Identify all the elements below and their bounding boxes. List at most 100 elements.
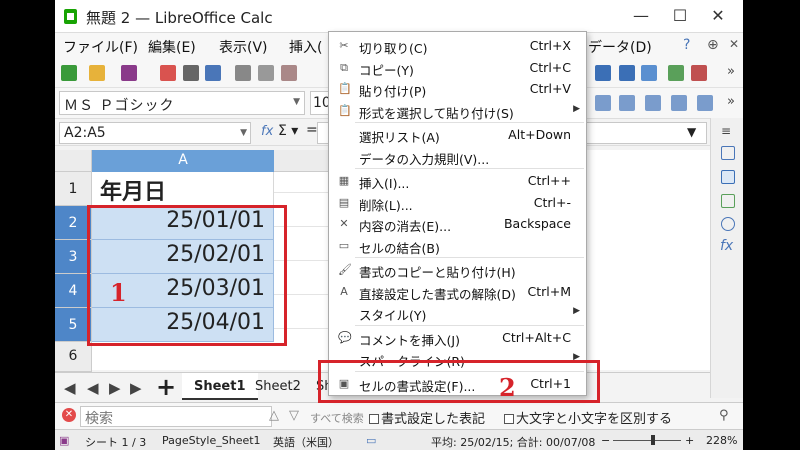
close-button[interactable]: ✕ <box>703 6 733 28</box>
function-wizard-icon[interactable]: fx <box>261 124 273 139</box>
find-next-icon[interactable]: ▽ <box>289 408 299 423</box>
tab-sheet2[interactable]: Sheet2 <box>243 373 313 400</box>
font-name-box[interactable]: ＭＳ Ｐゴシック ▼ <box>59 91 305 115</box>
styles-icon[interactable] <box>721 170 735 184</box>
zoom-out-button[interactable]: − <box>601 434 610 447</box>
find-previous-icon[interactable]: △ <box>269 408 279 423</box>
expand-formula-icon[interactable]: ▼ <box>687 125 696 139</box>
name-box[interactable]: A2:A5 ▼ <box>59 122 251 144</box>
find-replace-icon[interactable]: ⚲ <box>719 408 729 423</box>
globe-icon[interactable]: ⊕ <box>707 37 719 53</box>
menu-item-clear-direct-formatting[interactable]: A 直接設定した書式の解除(D) Ctrl+M <box>329 281 586 303</box>
menu-item-delete[interactable]: ▤ 削除(L)... Ctrl+- <box>329 192 586 214</box>
sum-icon[interactable]: Σ ▾ <box>278 123 298 139</box>
menu-item-validity[interactable]: データの入力規則(V)... <box>329 146 586 168</box>
copy-icon[interactable] <box>258 65 274 81</box>
gallery-icon[interactable] <box>721 194 735 208</box>
autofilter-icon[interactable] <box>641 65 657 81</box>
navigator-icon[interactable] <box>721 217 735 231</box>
menu-data[interactable]: データ(D) <box>588 37 652 57</box>
match-case-checkbox[interactable]: 大文字と小文字を区別する <box>504 408 672 427</box>
column-header-a[interactable]: A <box>92 150 274 172</box>
print-icon[interactable] <box>183 65 199 81</box>
minimize-button[interactable]: — <box>626 6 656 28</box>
zoom-slider[interactable] <box>613 440 681 441</box>
language[interactable]: 英語（米国） <box>273 434 339 450</box>
menu-item-label: 形式を選択して貼り付け(S) <box>359 105 514 121</box>
insert-image-icon[interactable] <box>668 65 684 81</box>
menu-item-label: 貼り付け(P) <box>359 84 427 99</box>
paste-icon: 📋 <box>338 82 352 95</box>
print-preview-icon[interactable] <box>205 65 221 81</box>
next-sheet-icon[interactable]: ▶ <box>109 379 121 397</box>
align-center-icon[interactable] <box>619 95 635 111</box>
menu-item-label: 切り取り(C) <box>359 41 428 56</box>
menu-item-paste-special[interactable]: 📋 形式を選択して貼り付け(S) ▶ <box>329 100 586 122</box>
formatted-display-checkbox[interactable]: 書式設定した表記 <box>369 408 485 427</box>
menu-item-shortcut: Ctrl+Alt+C <box>502 329 571 345</box>
page-style[interactable]: PageStyle_Sheet1 <box>162 434 261 447</box>
menu-item-clone-formatting[interactable]: 🖌 書式のコピーと貼り付け(H) <box>329 259 586 281</box>
menu-item-selection-list[interactable]: 選択リスト(A) Alt+Down <box>329 124 586 146</box>
sidebar-menu-icon[interactable]: ≡ <box>721 124 731 138</box>
toolbar-overflow-icon[interactable]: » <box>727 94 735 109</box>
menu-item-copy[interactable]: ⧉ コピー(Y) Ctrl+C <box>329 57 586 79</box>
merge-center-icon[interactable] <box>697 95 713 111</box>
zoom-in-button[interactable]: + <box>685 434 694 447</box>
menu-file[interactable]: ファイル(F) <box>63 37 138 57</box>
paste-icon[interactable] <box>281 65 297 81</box>
prev-sheet-icon[interactable]: ◀ <box>87 379 99 397</box>
formula-icon[interactable]: = <box>306 122 318 138</box>
insert-chart-icon[interactable] <box>691 65 707 81</box>
menu-item-styles[interactable]: スタイル(Y) ▶ <box>329 302 586 324</box>
row-header[interactable]: 1 <box>55 172 92 206</box>
checkbox-icon[interactable] <box>504 414 514 424</box>
selection-list-icon <box>338 129 350 141</box>
help-icon[interactable]: ? <box>683 37 690 53</box>
sort-ascending-icon[interactable] <box>595 65 611 81</box>
menu-item-insert[interactable]: ▦ 挿入(I)... Ctrl++ <box>329 170 586 192</box>
cell-a1[interactable]: 年月日 <box>92 172 274 206</box>
new-icon[interactable] <box>61 65 77 81</box>
menu-item-insert-comment[interactable]: 💬 コメントを挿入(J) Ctrl+Alt+C <box>329 327 586 349</box>
cut-icon[interactable] <box>235 65 251 81</box>
checkbox-icon[interactable] <box>369 414 379 424</box>
menu-item-cut[interactable]: ✂ 切り取り(C) Ctrl+X <box>329 35 586 57</box>
wrap-text-icon[interactable] <box>671 95 687 111</box>
close-find-icon[interactable]: ✕ <box>62 408 76 422</box>
column-header-b[interactable] <box>274 150 334 172</box>
toolbar-overflow-icon[interactable]: » <box>727 64 735 79</box>
select-all-corner[interactable] <box>55 150 92 172</box>
zoom-level[interactable]: 228% <box>706 434 737 447</box>
close-document-icon[interactable]: ✕ <box>729 37 739 51</box>
sort-descending-icon[interactable] <box>619 65 635 81</box>
export-pdf-icon[interactable] <box>160 65 176 81</box>
last-sheet-icon[interactable]: ▶ <box>130 379 142 397</box>
properties-icon[interactable] <box>721 146 735 160</box>
add-sheet-button[interactable]: + <box>156 373 176 401</box>
paste-special-icon: 📋 <box>338 103 352 117</box>
functions-icon[interactable]: fx <box>720 238 733 254</box>
save-icon[interactable] <box>121 65 137 81</box>
styles-icon <box>338 307 350 319</box>
chevron-down-icon[interactable]: ▼ <box>240 128 247 138</box>
menu-insert[interactable]: 挿入( <box>289 37 322 57</box>
align-top-icon[interactable] <box>595 95 611 111</box>
selection-mode-icon[interactable]: ▭ <box>366 434 376 447</box>
menu-view[interactable]: 表示(V) <box>219 37 268 57</box>
find-all-button[interactable]: すべて検索 <box>310 410 364 426</box>
align-bottom-icon[interactable] <box>645 95 661 111</box>
menu-edit[interactable]: 編集(E) <box>148 37 196 57</box>
sidebar-deck: ≡ fx <box>710 118 743 398</box>
menu-item-label: 内容の消去(E)... <box>359 219 452 234</box>
row-header[interactable]: 6 <box>55 342 92 372</box>
open-icon[interactable] <box>89 65 105 81</box>
zoom-slider-knob[interactable] <box>651 435 655 445</box>
menu-item-merge-cells[interactable]: ▭ セルの結合(B) <box>329 235 586 257</box>
maximize-button[interactable]: ☐ <box>665 6 695 28</box>
chevron-down-icon[interactable]: ▼ <box>293 97 301 107</box>
menu-item-clear-contents[interactable]: ✕ 内容の消去(E)... Backspace <box>329 213 586 235</box>
first-sheet-icon[interactable]: ◀ <box>64 379 76 397</box>
find-input[interactable]: 検索 <box>80 406 272 427</box>
menu-item-paste[interactable]: 📋 貼り付け(P) Ctrl+V <box>329 78 586 100</box>
